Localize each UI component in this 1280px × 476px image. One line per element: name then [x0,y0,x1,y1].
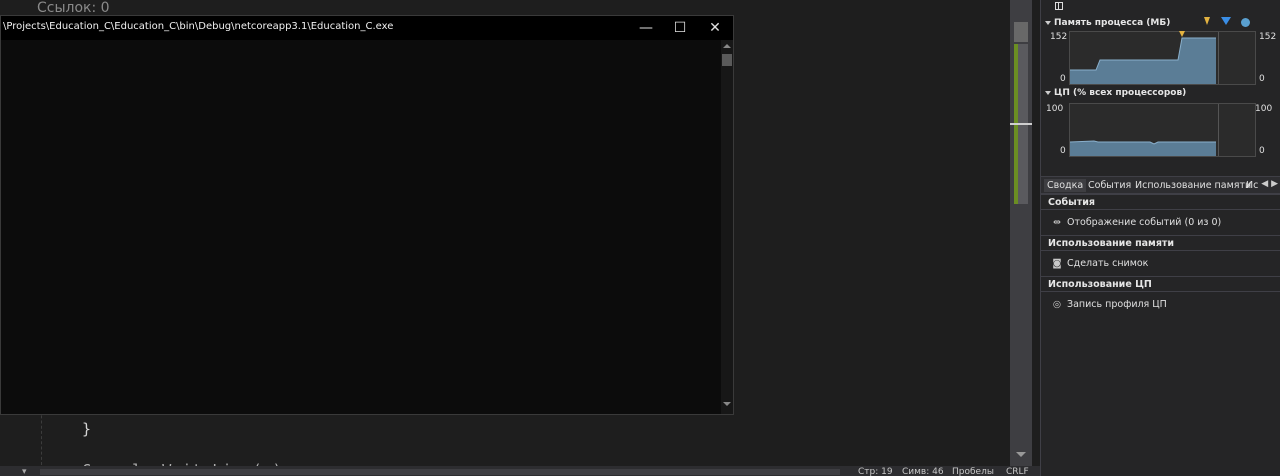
memory-area-series [1070,37,1216,84]
cpu-chart[interactable] [1069,103,1256,157]
diagnostic-tools-panel: Память процесса (МБ) 152 0 152 0 ЦП (% в… [1040,0,1280,476]
tab-memory-usage[interactable]: Использование памяти [1132,179,1254,192]
gc-marker-small-icon [1179,31,1185,37]
cpu-gridline [1218,104,1219,156]
memory-y-min-left: 0 [1060,74,1066,84]
console-scrollbar-thumb[interactable] [722,54,732,66]
status-line[interactable]: Стр: 19 [858,466,893,476]
memory-y-max-left: 152 [1050,32,1068,42]
collapse-icon[interactable] [1045,20,1051,25]
references-codelens[interactable]: Ссылок: 0 [37,0,110,16]
scroll-up-icon[interactable] [723,44,731,48]
camera-icon: ◙ [1052,258,1062,269]
editor-vertical-scrollbar[interactable] [1010,0,1032,466]
cpu-area-series [1070,140,1216,156]
pause-icon[interactable] [1055,2,1063,10]
take-snapshot-button[interactable]: ◙ Сделать снимок [1051,258,1148,269]
tab-events[interactable]: События [1085,179,1134,192]
memory-y-max-right: 152 [1259,32,1277,42]
console-titlebar[interactable]: \Projects\Education_C\Education_C\bin\De… [1,16,733,40]
memory-chart[interactable] [1069,31,1256,85]
diagnostic-tabs: Сводка События Использование памяти Ис ◀… [1041,176,1280,194]
visual-studio-window: Ссылок: 0 } Console.WriteLine(a); Стр: 1… [0,0,1280,476]
snapshot-marker-icon[interactable] [1221,17,1231,26]
editor-horizontal-scrollbar[interactable] [40,469,840,475]
memory-y-min-right: 0 [1259,74,1265,84]
console-scrollbar[interactable] [721,40,733,414]
tab-summary[interactable]: Сводка [1044,179,1087,192]
tab-cpu-usage[interactable]: Ис [1243,179,1261,192]
gc-marker-icon[interactable] [1203,17,1211,26]
code-line-brace: } [82,420,92,438]
zoom-dropdown-icon[interactable]: ▾ [22,467,27,476]
cpu-usage-group-header: Использование ЦП [1041,276,1280,292]
tab-scroll-arrows-icon[interactable]: ◀ ▶ [1261,179,1278,189]
event-dot-icon[interactable] [1241,18,1250,27]
record-cpu-profile-button[interactable]: ◎ Запись профиля ЦП [1051,299,1167,310]
maximize-button[interactable]: ☐ [664,18,696,38]
status-eol[interactable]: CRLF [1006,466,1029,476]
cpu-chart-header[interactable]: ЦП (% всех процессоров) [1045,88,1186,98]
events-group-header: События [1041,194,1280,210]
memory-chart-header[interactable]: Память процесса (МБ) [1045,18,1170,28]
scrollbar-thumb[interactable] [1014,22,1028,42]
cpu-y-max-right: 100 [1255,104,1273,114]
scroll-down-icon[interactable] [723,402,731,406]
cpu-y-min-left: 0 [1060,146,1066,156]
memory-usage-group-header: Использование памяти [1041,235,1280,251]
show-events-link[interactable]: ⇹ Отображение событий (0 из 0) [1051,217,1221,228]
collapse-icon[interactable] [1045,90,1051,95]
status-char[interactable]: Симв: 46 [902,466,944,476]
console-window[interactable]: \Projects\Education_C\Education_C\bin\De… [0,15,734,415]
cpu-y-min-right: 0 [1259,146,1265,156]
record-icon: ◎ [1052,299,1062,310]
cpu-y-max-left: 100 [1046,104,1064,114]
caret-position-marker [1010,123,1032,125]
minimize-button[interactable]: — [630,18,662,38]
status-spaces[interactable]: Пробелы [952,466,994,476]
events-icon: ⇹ [1053,217,1061,228]
memory-gridline [1218,32,1219,84]
console-title: \Projects\Education_C\Education_C\bin\De… [3,21,394,32]
close-button[interactable]: ✕ [699,18,731,38]
scroll-down-icon[interactable] [1016,452,1026,457]
